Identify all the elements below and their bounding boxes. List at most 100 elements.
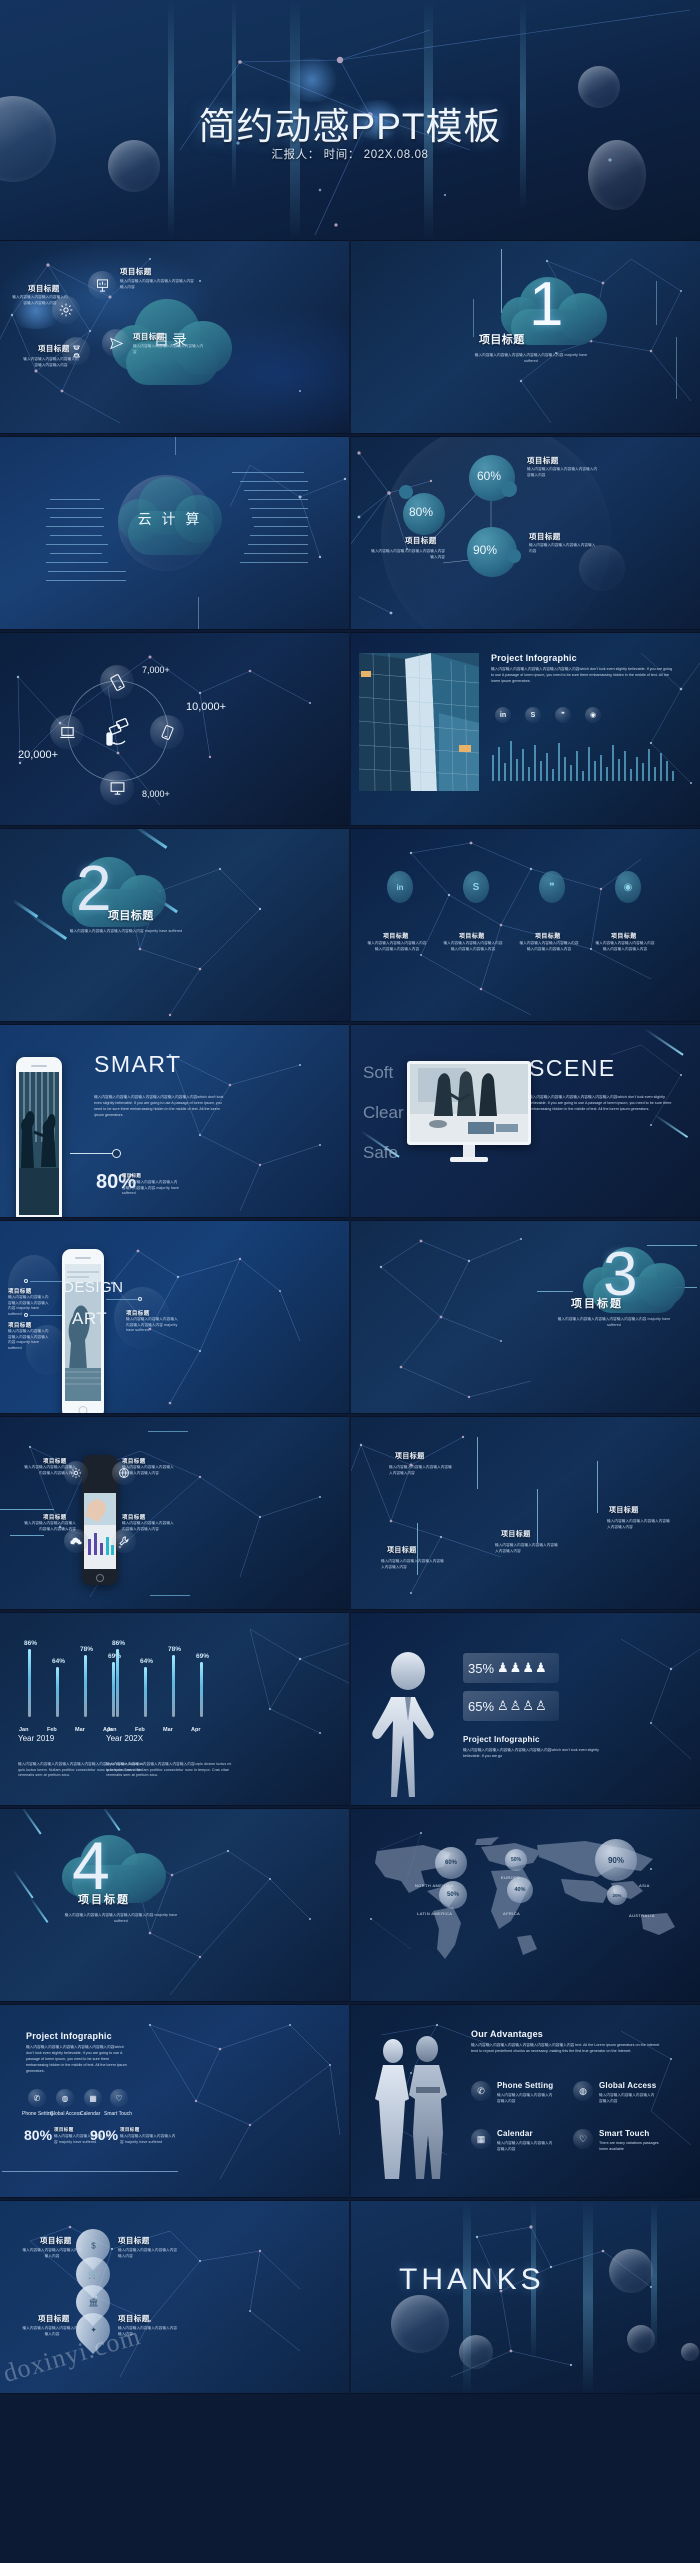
laptop-icon[interactable] bbox=[50, 715, 84, 749]
slide-design-art[interactable]: DESIGN ART 项目标题 输入内容输入内容输入内容输入内容输入内容输入内容… bbox=[0, 1220, 349, 1414]
bar-value: 64% bbox=[52, 1658, 66, 1665]
percent-value: 80% bbox=[409, 505, 434, 519]
slide-heading: Project Infographic bbox=[26, 2031, 112, 2041]
social-label: 项目标题 bbox=[611, 934, 637, 940]
bar-value: 64% bbox=[140, 1658, 154, 1665]
social-item[interactable]: ◉ bbox=[615, 871, 641, 903]
linkedin-icon[interactable]: in bbox=[495, 707, 511, 723]
item-label: 项目标题 bbox=[8, 1323, 32, 1329]
male-figure-icon: ♟♟♟♟ bbox=[497, 1660, 548, 1675]
hero-slide: 简约动感PPT模板 汇报人： 时间： 202X.08.08 bbox=[0, 0, 700, 240]
item-body: 输入内容输入内容输入内容输入内容输入内容输入内容 bbox=[389, 1465, 452, 1475]
phone-icon[interactable]: ✆ bbox=[471, 2081, 491, 2101]
wrench-icon[interactable] bbox=[112, 1529, 136, 1553]
feature-label: Calendar bbox=[497, 2129, 533, 2138]
ppt-template-preview: 简约动感PPT模板 汇报人： 时间： 202X.08.08 目录 项目标题 输入… bbox=[0, 0, 700, 2563]
slide-device-counts[interactable]: 7,000+ 10,000+ 8,000+ 20,000+ bbox=[0, 632, 349, 826]
weibo-icon[interactable]: ◉ bbox=[585, 707, 601, 723]
bulb-icon[interactable]: ♡ bbox=[573, 2129, 593, 2149]
feature-label: Global Access bbox=[50, 2111, 82, 2117]
slide-social-four[interactable]: in 项目标题 输入内容输入内容输入内容输入内容输入内容输入内容输入内容 S 项… bbox=[351, 828, 700, 1022]
stat-value: 90% bbox=[90, 2127, 119, 2143]
map-bubble[interactable]: 90% bbox=[595, 1839, 637, 1881]
section-body: 输入内容输入内容输入内容输入内容输入内容 majority have suffe… bbox=[69, 929, 183, 933]
slide-project-infographic-building[interactable]: Project Infographic 输入内容输入内容输入内容输入内容输入内容… bbox=[351, 632, 700, 826]
percent-bubble-small bbox=[507, 549, 521, 563]
screen-word: ART bbox=[72, 1309, 108, 1328]
slide-scene[interactable]: Soft Clear Safe SCENE 输入内容输入内容输入内容输入内容输入… bbox=[351, 1024, 700, 1218]
monitor-mockup bbox=[407, 1061, 531, 1162]
axis-tick: Feb bbox=[47, 1727, 57, 1733]
slide-percent-bubbles[interactable]: 60% 项目标题 输入内容输入内容输入内容输入内容输入内容输入内容 80% 项目… bbox=[351, 436, 700, 630]
map-bubble-value: 60% bbox=[444, 1860, 457, 1866]
catalog-item-label: 项目标题 bbox=[120, 267, 152, 276]
bar-value: 69% bbox=[196, 1653, 210, 1660]
slide-cloud-computing[interactable]: 云 计 算 bbox=[0, 436, 349, 630]
phone-icon[interactable] bbox=[150, 715, 184, 749]
wechat-icon[interactable]: ❞ bbox=[555, 707, 571, 723]
item-body: 输入内容输入内容输入内容输入内容输入内容输入内容 bbox=[122, 1465, 174, 1475]
bulb-icon: ♡ bbox=[110, 2089, 128, 2107]
slide-section-4[interactable]: 4 项目标题 输入内容输入内容输入内容输入内容输入内容输入内容 majority… bbox=[0, 1808, 349, 2002]
hand-card-icon bbox=[104, 717, 138, 751]
bar bbox=[84, 1655, 87, 1717]
people-silhouettes bbox=[369, 2035, 455, 2186]
phone-mockup bbox=[16, 1057, 62, 1217]
calendar-icon[interactable]: ▦ bbox=[471, 2129, 491, 2149]
slide-pin-stack[interactable]: $ 🛒 🏛 ✦ 项目标题 输入内容输入内容输入内容输入内容输入内容 项目标题 输… bbox=[0, 2200, 349, 2394]
progress-slider[interactable] bbox=[70, 1149, 121, 1158]
slide-section-2[interactable]: 2 项目标题 输入内容输入内容输入内容输入内容输入内容 majority hav… bbox=[0, 828, 349, 1022]
item-body: 输入内容输入内容输入内容输入内容输入内容输入内容 majority have s… bbox=[8, 1295, 49, 1316]
feature-body: There are many variations passages lorem… bbox=[599, 2141, 659, 2151]
slide-grid: 目录 项目标题 输入内容输入内容输入内容输入内容输入内容输入内容 项目标题 输入… bbox=[0, 240, 700, 2394]
social-body: 输入内容输入内容输入内容输入内容输入内容输入内容输入内容 bbox=[443, 941, 503, 951]
slide-phone-four-icons[interactable]: 项目标题 输入内容输入内容输入内容输入内容输入内容输入内容 项目标题 输入内容输… bbox=[0, 1416, 349, 1610]
slide-world-map[interactable]: 60% NORTH AMERICA 50% EUROPE 90% ASIA 50… bbox=[351, 1808, 700, 2002]
skype-icon[interactable]: S bbox=[525, 707, 541, 723]
slide-section-1[interactable]: 1 项目标题 输入内容输入内容输入内容输入内容输入内容输入内容 majority… bbox=[351, 240, 700, 434]
decor-sphere bbox=[459, 2335, 493, 2369]
social-item[interactable]: ❞ bbox=[539, 871, 565, 903]
slide-heading: Our Advantages bbox=[471, 2029, 543, 2039]
map-region-label: ASIA bbox=[639, 1883, 650, 1888]
stat-value: 65% bbox=[468, 1698, 495, 1714]
item-body: 输入内容输入内容输入内容输入内容输入内容输入内容 majority have s… bbox=[8, 1329, 49, 1350]
map-bubble[interactable]: 60% bbox=[435, 1847, 467, 1879]
monitor-icon[interactable] bbox=[100, 771, 134, 805]
catalog-item-label: 项目标题 bbox=[28, 284, 60, 293]
slide-infographic-features[interactable]: Project Infographic 输入内容输入内容输入内容输入内容输入内容… bbox=[0, 2004, 349, 2198]
slide-section-3[interactable]: 3 项目标题 输入内容输入内容输入内容输入内容输入内容输入内容 majority… bbox=[351, 1220, 700, 1414]
scene-word: Safe bbox=[363, 1143, 398, 1162]
cloud-center-text: 云 计 算 bbox=[137, 511, 203, 527]
slide-our-advantages[interactable]: Our Advantages 输入内容输入内容输入内容输入内容输入内容输入内容输… bbox=[351, 2004, 700, 2198]
calendar-icon: ▦ bbox=[84, 2089, 102, 2107]
feature-label: Calendar bbox=[80, 2111, 101, 2117]
map-region-label: AFRICA bbox=[503, 1911, 521, 1916]
slide-smart[interactable]: SMART 输入内容输入内容输入内容输入内容输入内容输入内容输入内容which … bbox=[0, 1024, 349, 1218]
map-bubble[interactable]: 40% bbox=[507, 1877, 533, 1903]
social-body: 输入内容输入内容输入内容输入内容输入内容输入内容输入内容 bbox=[595, 941, 655, 951]
social-body: 输入内容输入内容输入内容输入内容输入内容输入内容输入内容 bbox=[519, 941, 579, 951]
social-item[interactable]: in bbox=[387, 871, 413, 903]
cart-icon: 🛒 bbox=[88, 2269, 98, 2279]
stat-body: 输入内容输入内容输入内容输入内容 majority have suffered bbox=[120, 2134, 176, 2144]
slide-bar-charts[interactable]: 86% 64% 78% 69% Jan Feb Mar Apr Year 201… bbox=[0, 1612, 349, 1806]
tablet-icon[interactable] bbox=[100, 665, 134, 699]
slide-body: 输入内容输入内容输入内容输入内容输入内容输入内容输入内容which don't … bbox=[94, 1095, 224, 1117]
globe-icon[interactable]: ◍ bbox=[573, 2081, 593, 2101]
feature-body: 输入内容输入内容输入内容输入内容输入内容 bbox=[497, 2093, 553, 2103]
cloud-download-icon[interactable] bbox=[64, 1529, 88, 1553]
paper-plane-icon[interactable] bbox=[102, 329, 130, 357]
map-bubble[interactable]: 50% bbox=[505, 1849, 527, 1871]
slide-body: 输入内容输入内容输入内容输入内容输入内容输入内容输入内容 text. All t… bbox=[471, 2043, 660, 2053]
screen-word: DESIGN bbox=[63, 1279, 124, 1296]
social-item[interactable]: S bbox=[463, 871, 489, 903]
map-bubble[interactable]: 50% bbox=[439, 1881, 467, 1909]
slide-catalog[interactable]: 目录 项目标题 输入内容输入内容输入内容输入内容输入内容输入内容 项目标题 输入… bbox=[0, 240, 349, 434]
map-bubble[interactable]: 20% bbox=[607, 1885, 627, 1905]
bar-value: 78% bbox=[80, 1646, 94, 1653]
slide-gender-split[interactable]: 35% ♟♟♟♟ 65% ♙♙♙♙ Project Infographic 输入… bbox=[351, 1612, 700, 1806]
slide-timeline-titles[interactable]: 项目标题 输入内容输入内容输入内容输入内容输入内容输入内容 项目标题 输入内容输… bbox=[351, 1416, 700, 1610]
slide-thanks[interactable]: THANKS bbox=[351, 2200, 700, 2394]
chart-board-icon[interactable] bbox=[88, 271, 116, 299]
